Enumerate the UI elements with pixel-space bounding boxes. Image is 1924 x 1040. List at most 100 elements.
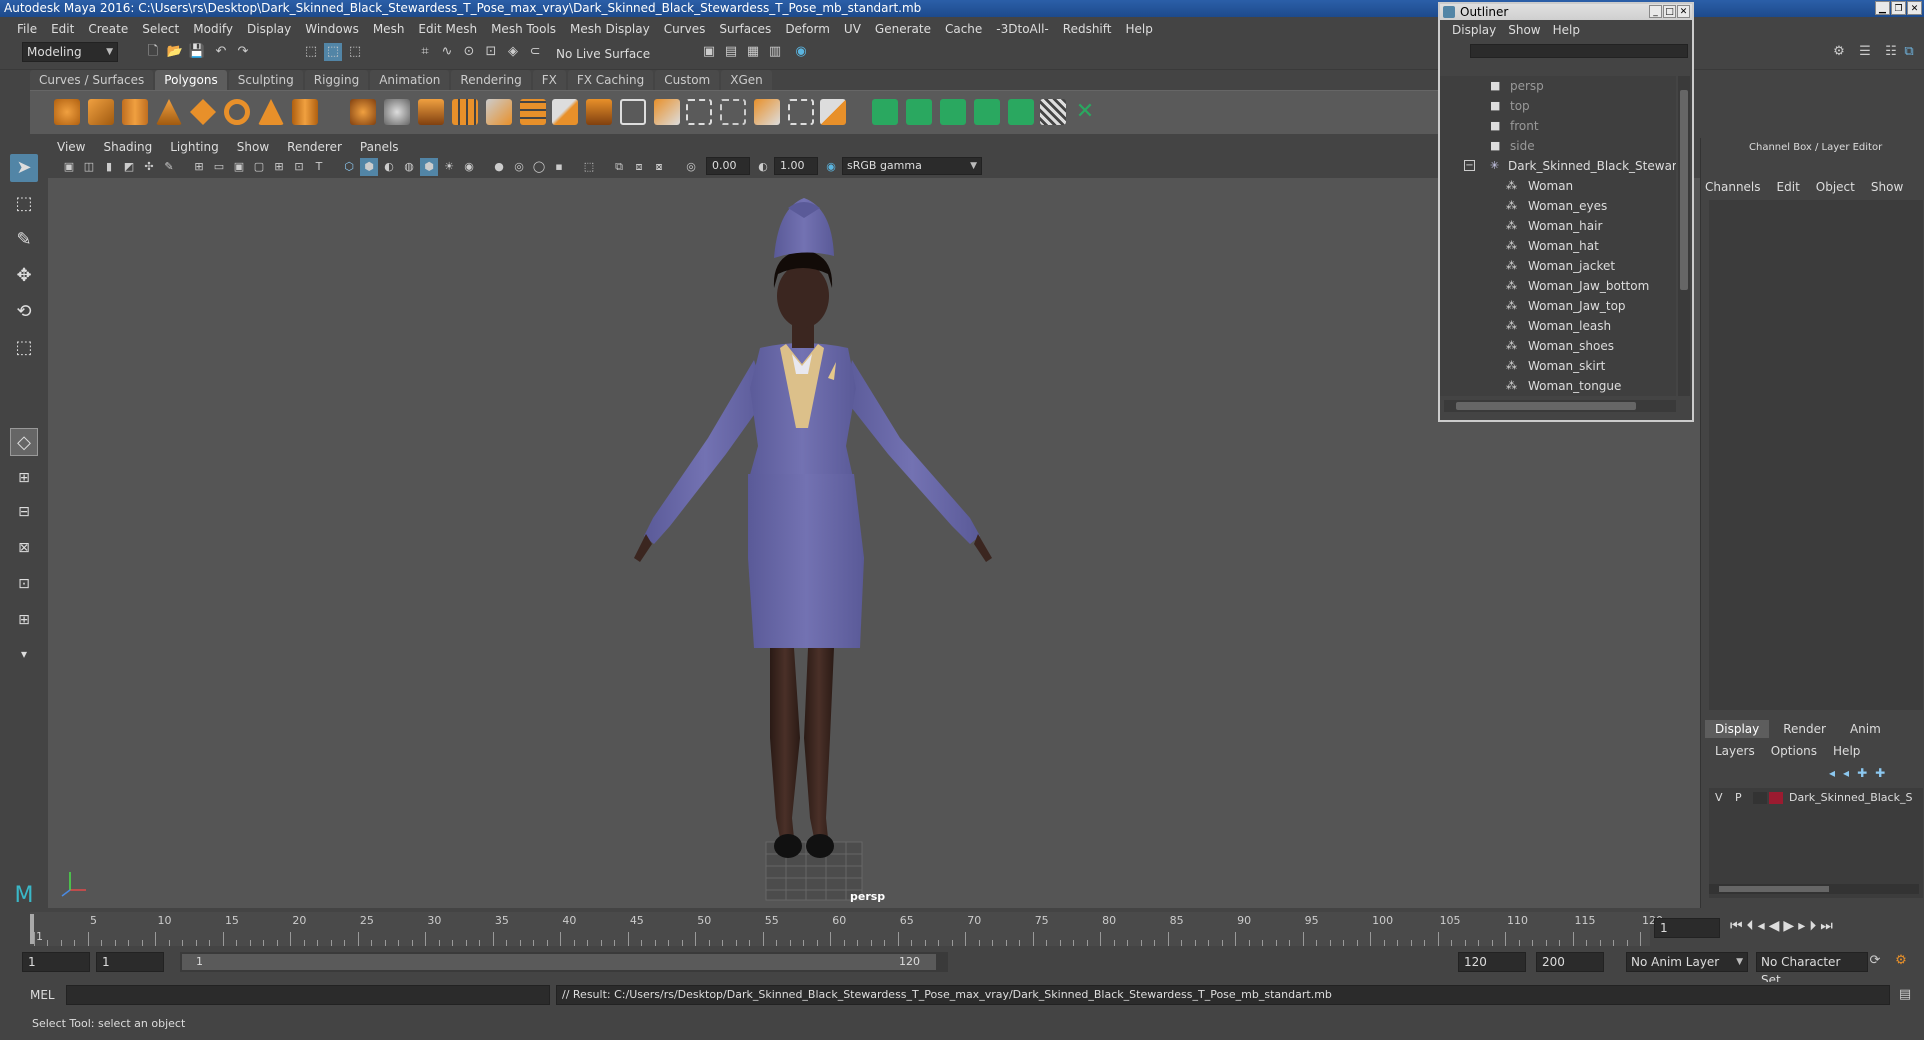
preferences-icon[interactable]: ⚙ xyxy=(1892,952,1910,970)
layer-hscroll-thumb[interactable] xyxy=(1719,886,1829,892)
outliner-item-woman-leash[interactable]: ⁂ Woman_leash xyxy=(1440,316,1676,336)
menu-help[interactable]: Help xyxy=(1118,22,1159,36)
snap-grid-icon[interactable]: ⌗ xyxy=(416,43,434,61)
channel-menu-edit[interactable]: Edit xyxy=(1777,180,1800,194)
uv-editor-icon[interactable] xyxy=(1008,99,1034,125)
shelf-tab-rigging[interactable]: Rigging xyxy=(304,70,369,90)
hypershade-icon[interactable]: ◉ xyxy=(792,43,810,61)
animation-start-field[interactable]: 1 xyxy=(22,952,90,972)
outliner-item-woman-hat[interactable]: ⁂ Woman_hat xyxy=(1440,236,1676,256)
four-view-layout-icon[interactable]: ⊞ xyxy=(10,464,38,492)
select-hierarchy-icon[interactable]: ⬚ xyxy=(302,43,320,61)
bevel-icon[interactable] xyxy=(654,99,680,125)
side-by-side-layout-icon[interactable]: ⊟ xyxy=(10,498,38,526)
layer-menu-options[interactable]: Options xyxy=(1771,744,1817,758)
poly-pipe-icon[interactable] xyxy=(292,99,318,125)
menu-display[interactable]: Display xyxy=(240,22,298,36)
insert-edge-loop-icon[interactable] xyxy=(686,99,712,125)
playback-end-field[interactable]: 120 xyxy=(1458,952,1526,972)
offset-edge-loop-icon[interactable] xyxy=(720,99,746,125)
poly-cone-icon[interactable] xyxy=(156,99,182,125)
workspace-icon[interactable]: ⚙ xyxy=(1830,43,1848,61)
minimize-button[interactable]: ▁ xyxy=(1875,1,1890,15)
combine-icon[interactable] xyxy=(350,99,376,125)
snap-curve-icon[interactable]: ∿ xyxy=(438,43,456,61)
outliner-item-side[interactable]: ■ side xyxy=(1440,136,1676,156)
current-frame-field[interactable]: 1 xyxy=(1654,918,1720,938)
xray-icon[interactable]: ⬚ xyxy=(580,158,598,176)
menu-surfaces[interactable]: Surfaces xyxy=(712,22,778,36)
transfer-attributes-icon[interactable]: ✕ xyxy=(1072,99,1098,125)
menu-windows[interactable]: Windows xyxy=(298,22,366,36)
anim-layer-dropdown[interactable]: No Anim Layer ▼ xyxy=(1626,952,1748,972)
film-gate-icon[interactable]: ▭ xyxy=(210,158,228,176)
scale-tool-icon[interactable]: ⬚ xyxy=(10,334,38,362)
attribute-editor-icon[interactable]: ☷ xyxy=(1882,43,1900,61)
snap-view-icon[interactable]: ⊡ xyxy=(482,43,500,61)
ipr-render-icon[interactable]: ▦ xyxy=(744,43,762,61)
outliner-menu-display[interactable]: Display xyxy=(1446,23,1502,37)
outliner-menu-show[interactable]: Show xyxy=(1502,23,1546,37)
step-forward-key-icon[interactable]: ⏵ xyxy=(1809,918,1816,934)
menu-3dtoall[interactable]: -3DtoAll- xyxy=(989,22,1055,36)
range-slider-handle[interactable]: 1 120 xyxy=(182,954,936,970)
viewport-menu-shading[interactable]: Shading xyxy=(94,138,161,156)
select-camera-icon[interactable]: ▣ xyxy=(60,158,78,176)
outliner-item-woman-tongue[interactable]: ⁂ Woman_tongue xyxy=(1440,376,1676,396)
step-back-frame-icon[interactable]: ◂ xyxy=(1758,918,1765,934)
viewport-menu-lighting[interactable]: Lighting xyxy=(161,138,228,156)
use-all-lights-icon[interactable]: ⬢ xyxy=(420,158,438,176)
auto-key-icon[interactable]: ⟳ xyxy=(1866,952,1884,970)
redo-icon[interactable]: ↷ xyxy=(234,43,252,61)
magnet-icon[interactable]: ⊂ xyxy=(526,43,544,61)
merge-icon[interactable] xyxy=(820,99,846,125)
outliner-title-bar[interactable]: Outliner _ □ ✕ xyxy=(1440,4,1692,20)
outliner-close-button[interactable]: ✕ xyxy=(1677,5,1690,18)
play-forward-icon[interactable]: ▶ xyxy=(1783,918,1794,934)
wireframe-on-shaded-icon[interactable]: ◐ xyxy=(380,158,398,176)
mode-dropdown[interactable]: Modeling ▼ xyxy=(22,42,118,62)
menu-edit-mesh[interactable]: Edit Mesh xyxy=(411,22,484,36)
outliner-item-woman-jacket[interactable]: ⁂ Woman_jacket xyxy=(1440,256,1676,276)
outliner-persp-layout-icon[interactable]: ⊠ xyxy=(10,534,38,562)
tool-settings-icon[interactable]: ☰ xyxy=(1856,43,1874,61)
layer-menu-layers[interactable]: Layers xyxy=(1715,744,1755,758)
gamma-field[interactable]: 1.00 xyxy=(774,157,818,175)
safe-action-icon[interactable]: ⊡ xyxy=(290,158,308,176)
smooth-icon[interactable] xyxy=(452,99,478,125)
outliner-hscroll-thumb[interactable] xyxy=(1456,402,1636,410)
poly-sphere-icon[interactable] xyxy=(54,99,80,125)
render-sequence-icon[interactable]: ▤ xyxy=(722,43,740,61)
layer-tab-anim[interactable]: Anim xyxy=(1840,720,1891,738)
exposure-field[interactable]: 0.00 xyxy=(706,157,750,175)
channel-menu-show[interactable]: Show xyxy=(1871,180,1903,194)
outliner-minimize-button[interactable]: _ xyxy=(1649,5,1662,18)
current-time-marker[interactable] xyxy=(30,914,34,944)
shelf-tab-animation[interactable]: Animation xyxy=(370,70,450,90)
outliner-item-woman-jaw-top[interactable]: ⁂ Woman_Jaw_top xyxy=(1440,296,1676,316)
outliner-item-woman-eyes[interactable]: ⁂ Woman_eyes xyxy=(1440,196,1676,216)
shelf-tab-curves-surfaces[interactable]: Curves / Surfaces xyxy=(30,70,154,90)
select-tool-icon[interactable]: ➤ xyxy=(10,154,38,182)
2d-pan-zoom-icon[interactable]: ✣ xyxy=(140,158,158,176)
cylindrical-mapping-icon[interactable] xyxy=(906,99,932,125)
xray-active-icon[interactable]: ⧈ xyxy=(630,158,648,176)
layer-hscrollbar[interactable] xyxy=(1709,884,1919,894)
layer-tab-render[interactable]: Render xyxy=(1773,720,1836,738)
menu-mesh-tools[interactable]: Mesh Tools xyxy=(484,22,563,36)
spherical-mapping-icon[interactable] xyxy=(940,99,966,125)
outliner-maximize-button[interactable]: □ xyxy=(1663,5,1676,18)
new-scene-icon[interactable]: 🗋 xyxy=(144,43,162,61)
animation-end-field[interactable]: 200 xyxy=(1536,952,1604,972)
outliner-item-root[interactable]: −✳Dark_Skinned_Black_Stewardess_ xyxy=(1440,156,1676,176)
outliner-menu-help[interactable]: Help xyxy=(1547,23,1586,37)
channel-menu-channels[interactable]: Channels xyxy=(1705,180,1761,194)
channel-menu-object[interactable]: Object xyxy=(1816,180,1855,194)
undo-icon[interactable]: ↶ xyxy=(212,43,230,61)
select-component-icon[interactable]: ⬚ xyxy=(346,43,364,61)
layer-reference-toggle[interactable] xyxy=(1753,792,1767,804)
single-view-layout-icon[interactable]: ◇ xyxy=(10,428,38,456)
bookmark-icon[interactable]: ▮ xyxy=(100,158,118,176)
backface-icon[interactable]: ⧇ xyxy=(650,158,668,176)
menu-cache[interactable]: Cache xyxy=(938,22,989,36)
